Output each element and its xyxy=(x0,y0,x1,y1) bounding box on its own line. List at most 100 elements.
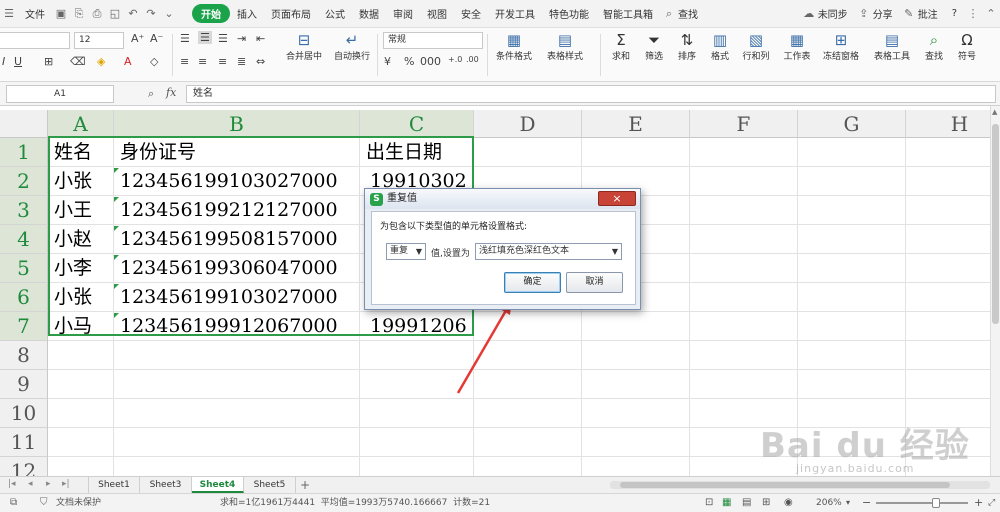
row-header-8[interactable]: 8 xyxy=(0,341,48,370)
print-icon[interactable]: ⎙ xyxy=(88,7,106,21)
number-format-select[interactable]: 常规 xyxy=(383,32,483,49)
row-header-2[interactable]: 2 xyxy=(0,167,48,196)
column-header-f[interactable]: F xyxy=(690,110,798,138)
font-grow-icon[interactable]: A⁺ xyxy=(131,32,144,45)
tab-formula[interactable]: 公式 xyxy=(318,6,352,21)
font-color-icon[interactable]: A xyxy=(124,55,132,68)
table-tools-button[interactable]: ▤ 表格工具 xyxy=(869,31,915,62)
font-shrink-icon[interactable]: A⁻ xyxy=(150,32,163,45)
last-sheet-icon[interactable]: ▸| xyxy=(62,479,70,489)
zoom-slider[interactable] xyxy=(876,502,968,504)
percent-icon[interactable]: % xyxy=(404,55,414,68)
currency-icon[interactable]: ¥ xyxy=(384,55,391,68)
distributed-icon[interactable]: ⇔ xyxy=(256,55,265,68)
row-header-4[interactable]: 4 xyxy=(0,225,48,254)
row-header-10[interactable]: 10 xyxy=(0,399,48,428)
tab-data[interactable]: 数据 xyxy=(352,6,386,21)
horizontal-scrollbar[interactable] xyxy=(610,481,990,489)
chevron-down-icon[interactable]: ⌄ xyxy=(160,7,178,20)
sheet-tab-sheet4[interactable]: Sheet4 xyxy=(192,477,244,493)
zoom-out-icon[interactable]: − xyxy=(862,494,871,512)
horizontal-scroll-thumb[interactable] xyxy=(620,482,950,488)
normal-view-icon[interactable]: ▦ xyxy=(722,494,731,512)
clear-format-icon[interactable]: ◇ xyxy=(150,55,158,68)
macro-icon[interactable]: ⧉ xyxy=(10,494,17,512)
find-button[interactable]: ⌕ 查找 xyxy=(918,31,950,62)
row-header-1[interactable]: 1 xyxy=(0,138,48,167)
fx-icon[interactable]: fx xyxy=(166,86,176,99)
chevron-down-icon[interactable]: ▾ xyxy=(846,494,850,512)
row-header-11[interactable]: 11 xyxy=(0,428,48,457)
fill-color-icon[interactable]: ◈ xyxy=(97,55,105,68)
row-header-3[interactable]: 3 xyxy=(0,196,48,225)
menu-search[interactable]: 查找 xyxy=(678,6,705,21)
row-header-6[interactable]: 6 xyxy=(0,283,48,312)
align-middle-icon[interactable]: ☰ xyxy=(198,31,212,44)
zoom-slider-handle[interactable] xyxy=(932,498,940,508)
tab-home[interactable]: 开始 xyxy=(192,4,230,23)
vertical-scrollbar[interactable]: ▲ xyxy=(990,106,1000,476)
font-name-select[interactable] xyxy=(0,32,70,49)
menu-file[interactable]: 文件 xyxy=(18,6,52,21)
zoom-icon[interactable]: ⌕ xyxy=(148,87,154,101)
column-header-b[interactable]: B xyxy=(114,110,360,138)
zoom-level[interactable]: 206% xyxy=(816,494,842,512)
align-center-icon[interactable]: ≡ xyxy=(198,55,207,68)
align-top-icon[interactable]: ☰ xyxy=(180,32,190,45)
redo-icon[interactable]: ↷ xyxy=(142,7,160,20)
row-header-9[interactable]: 9 xyxy=(0,370,48,399)
align-bottom-icon[interactable]: ☰ xyxy=(218,32,228,45)
font-size-select[interactable]: 12 xyxy=(74,32,124,49)
hamburger-icon[interactable]: ☰ xyxy=(0,7,18,20)
tab-page-layout[interactable]: 页面布局 xyxy=(264,6,318,21)
sheet-tab-sheet5[interactable]: Sheet5 xyxy=(244,477,296,493)
sync-status[interactable]: 未同步 xyxy=(818,6,855,21)
sheet-tab-sheet3[interactable]: Sheet3 xyxy=(140,477,192,493)
sum-button[interactable]: Σ 求和 xyxy=(606,31,636,62)
outdent-icon[interactable]: ⇤ xyxy=(256,32,265,45)
tab-insert[interactable]: 插入 xyxy=(230,6,264,21)
format-style-select[interactable]: 浅红填充色深红色文本 ▼ xyxy=(475,243,622,260)
formula-input[interactable]: 姓名 xyxy=(186,85,996,103)
help-button[interactable]: ? xyxy=(945,8,964,19)
freeze-panes-button[interactable]: ⊞ 冻结窗格 xyxy=(819,31,863,62)
increase-decimal-icon[interactable]: +.0 xyxy=(448,55,462,64)
tab-security[interactable]: 安全 xyxy=(454,6,488,21)
close-button[interactable]: × xyxy=(598,191,636,206)
filter-button[interactable]: ⏷ 筛选 xyxy=(639,31,669,62)
wrap-text-button[interactable]: ↵ 自动换行 xyxy=(331,31,373,62)
scroll-up-icon[interactable]: ▲ xyxy=(992,108,997,116)
decrease-decimal-icon[interactable]: .00 xyxy=(466,55,479,64)
dialog-title-bar[interactable]: S 重复值 × xyxy=(365,189,640,209)
row-header-5[interactable]: 5 xyxy=(0,254,48,283)
comment-button[interactable]: 批注 xyxy=(918,6,945,21)
eye-protect-icon[interactable]: ⊡ xyxy=(705,494,713,512)
column-header-a[interactable]: A xyxy=(48,110,114,138)
add-sheet-button[interactable]: + xyxy=(300,477,310,493)
tab-features[interactable]: 特色功能 xyxy=(542,6,596,21)
row-header-12[interactable]: 12 xyxy=(0,457,48,476)
worksheet-button[interactable]: ▦ 工作表 xyxy=(778,31,816,62)
column-header-g[interactable]: G xyxy=(798,110,906,138)
select-all-corner[interactable] xyxy=(0,110,48,138)
name-box[interactable]: A1 xyxy=(6,85,114,103)
scroll-thumb[interactable] xyxy=(992,124,999,324)
thousands-icon[interactable]: 000 xyxy=(420,55,441,68)
first-sheet-icon[interactable]: |◂ xyxy=(8,479,16,489)
column-header-c[interactable]: C xyxy=(360,110,474,138)
italic-icon[interactable]: I xyxy=(2,55,5,68)
justify-icon[interactable]: ≣ xyxy=(237,55,246,68)
export-icon[interactable]: ⎘ xyxy=(70,7,88,21)
fullscreen-icon[interactable]: ⤢ xyxy=(988,494,995,512)
preview-icon[interactable]: ◱ xyxy=(106,7,124,20)
eraser-icon[interactable]: ⌫ xyxy=(70,55,86,68)
page-break-icon[interactable]: ⊞ xyxy=(762,494,770,512)
tab-developer[interactable]: 开发工具 xyxy=(488,6,542,21)
tab-view[interactable]: 视图 xyxy=(420,6,454,21)
undo-icon[interactable]: ↶ xyxy=(124,7,142,20)
symbol-button[interactable]: Ω 符号 xyxy=(951,31,983,62)
row-header-7[interactable]: 7 xyxy=(0,312,48,341)
sheet-tab-sheet1[interactable]: Sheet1 xyxy=(88,477,140,493)
save-icon[interactable]: ▣ xyxy=(52,7,70,20)
column-header-e[interactable]: E xyxy=(582,110,690,138)
